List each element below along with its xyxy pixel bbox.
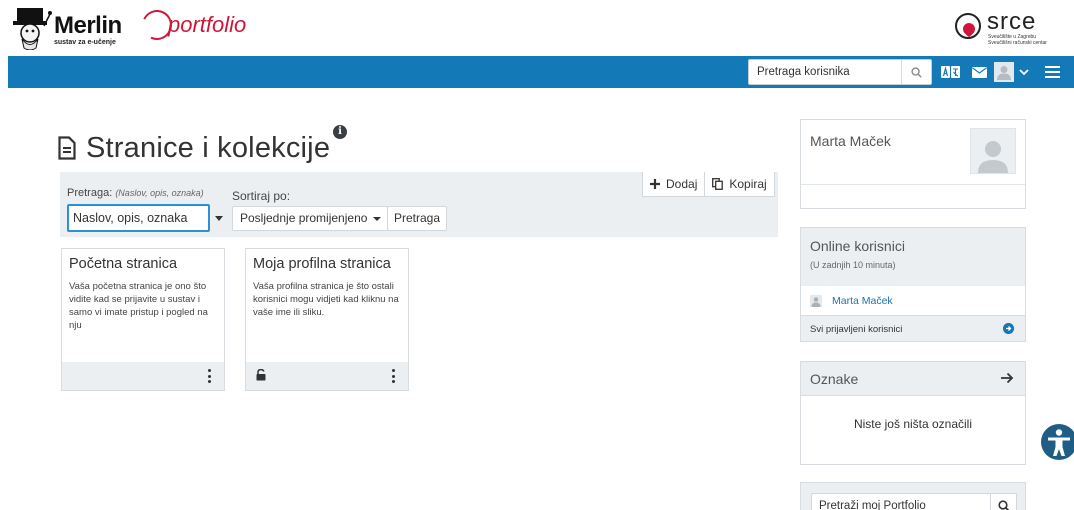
card-footer [246,362,408,390]
chevron-down-icon [1018,69,1029,76]
menu-icon [1044,66,1060,78]
user-name[interactable]: Marta Maček [810,133,891,149]
search-label-text: Pretraga: [67,187,113,199]
tags-panel: Oznake Niste još ništa označili [800,361,1026,465]
user-avatar-icon [993,62,1014,82]
user-search [748,59,932,85]
card-description: Vaša početna stranica je ono što vidite … [69,281,208,331]
card-description: Vaša profilna stranica je što ostali kor… [253,281,399,318]
mail-button[interactable] [970,62,988,82]
plus-icon [650,179,660,189]
filter-panel: Pretraga: (Naslov, opis, oznaka) Sortira… [60,172,778,237]
copy-button-label: Kopiraj [729,177,767,191]
user-panel: Marta Maček [800,119,1026,209]
copy-button[interactable]: Kopiraj [704,172,773,196]
merlin-mascot-icon [13,8,52,50]
info-icon[interactable]: i [333,125,347,139]
copy-icon [712,178,724,190]
search-icon [911,66,922,78]
mail-icon [971,66,987,78]
online-users-title: Online korisnici [810,238,905,254]
srce-title: srce [987,8,1037,35]
srce-circle-icon [955,13,981,39]
search-label-hint: (Naslov, opis, oznaka) [115,188,204,198]
card-title[interactable]: Početna stranica [69,256,177,272]
search-type-dropdown[interactable] [210,204,228,232]
user-avatar[interactable] [970,128,1016,174]
card-footer [62,362,224,390]
portfolio-title: portfolio [168,12,247,37]
language-button[interactable] [940,62,962,82]
search-input[interactable] [69,206,208,230]
divider [801,184,1025,185]
portfolio-search-button[interactable] [990,493,1017,510]
top-header: Merlin sustav za e-učenje portfolio srce… [0,0,1074,56]
search-field [67,204,210,232]
srce-logo[interactable]: srce Sveučilište u Zagrebu Sveučilišni r… [955,8,1065,50]
user-menu-button[interactable] [993,62,1029,82]
main-menu-button[interactable] [1042,62,1062,82]
more-options-icon[interactable] [208,369,212,383]
srce-subtitle: Sveučilište u Zagrebu Sveučilišni računs… [988,34,1047,46]
sort-select[interactable]: Posljednje promijenjeno [232,206,388,231]
card-title[interactable]: Moja profilna stranica [253,256,391,272]
merlin-subtitle: sustav za e-učenje [54,39,116,46]
main-navbar [8,56,1074,88]
add-button[interactable]: Dodaj [643,172,704,196]
unlock-icon [256,369,266,381]
search-label: Pretraga: (Naslov, opis, oznaka) [67,187,204,199]
portfolio-search-input[interactable] [812,494,990,510]
online-user-name[interactable]: Marta Maček [832,295,893,307]
page-card[interactable]: Početna stranica Vaša početna stranica j… [61,248,225,391]
tags-title: Oznake [810,371,859,387]
arrow-circle-right-icon [1003,323,1014,334]
all-online-users-link[interactable]: Svi prijavljeni korisnici [801,315,1025,341]
caret-down-icon [215,215,223,221]
page-actions: Dodaj Kopiraj [642,172,775,197]
user-icon [810,295,822,307]
portfolio-search-field [811,493,991,510]
page-card[interactable]: Moja profilna stranica Vaša profilna str… [245,248,409,391]
merlin-title: Merlin [54,12,122,39]
user-search-button[interactable] [901,60,931,84]
heart-icon [960,20,978,38]
accessibility-icon[interactable] [1040,423,1074,461]
online-users-panel: Online korisnici (U zadnjih 10 minuta) M… [800,227,1026,342]
sort-value: Posljednje promijenjeno [240,211,368,225]
search-icon [997,500,1009,510]
language-icon [941,66,960,78]
portfolio-search-panel [800,482,1026,510]
merlin-logo[interactable]: Merlin sustav za e-učenje [10,6,130,50]
online-user-item[interactable]: Marta Maček [810,292,893,310]
user-search-input[interactable] [749,60,899,84]
search-button[interactable]: Pretraga [387,206,447,231]
tags-empty-message: Niste još ništa označili [853,417,973,431]
online-users-subtitle: (U zadnjih 10 minuta) [810,260,896,270]
page-root: Merlin sustav za e-učenje portfolio srce… [0,0,1074,510]
tags-header[interactable]: Oznake [801,362,1025,396]
page-title: Stranice i kolekcije [86,131,331,164]
sort-label: Sortiraj po: [232,189,291,203]
online-users-header: Online korisnici (U zadnjih 10 minuta) [801,228,1025,286]
page-heading: Stranice i kolekcije [58,128,330,168]
caret-down-icon [373,217,381,221]
all-online-users-label: Svi prijavljeni korisnici [810,324,903,335]
document-icon [58,136,76,160]
user-avatar-icon [978,141,1008,173]
add-button-label: Dodaj [666,177,698,191]
more-options-icon[interactable] [392,369,396,383]
arrow-right-icon[interactable] [1001,372,1014,384]
